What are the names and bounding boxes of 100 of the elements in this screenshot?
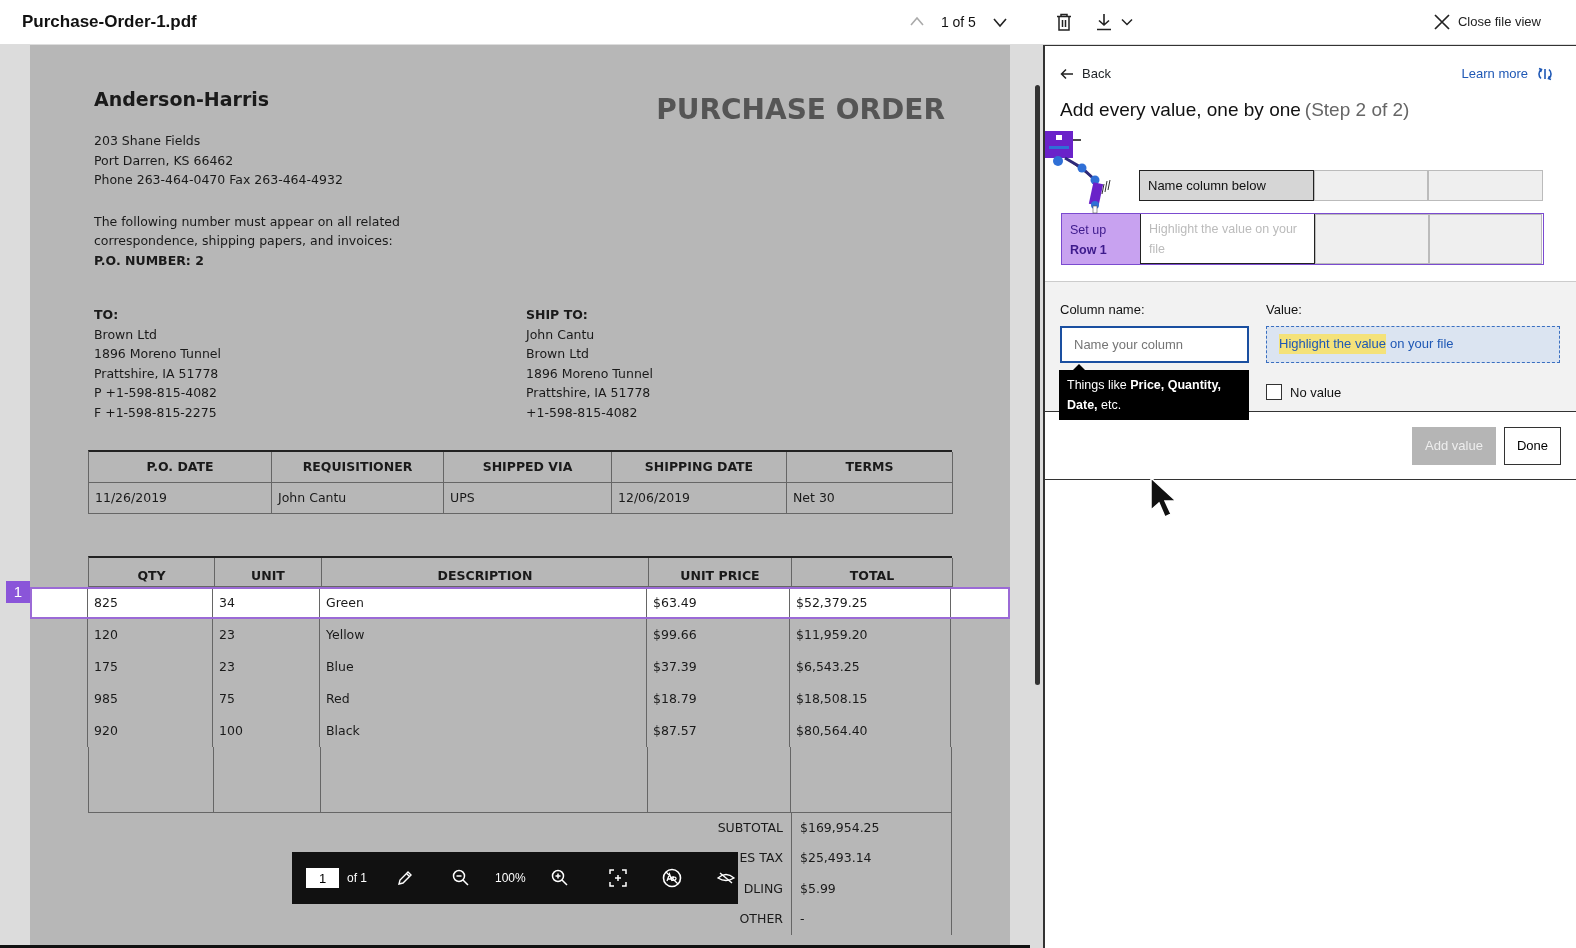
selected-row[interactable]: 825 34 Green $63.49 $52,379.25 <box>30 587 1010 619</box>
table-cell: $18.79 <box>647 683 790 715</box>
document-title: PURCHASE ORDER <box>656 92 945 128</box>
zoom-in-button[interactable] <box>549 868 570 888</box>
table-cell: 34 <box>213 587 320 619</box>
address-line: 1896 Moreno Tunnel <box>94 345 222 363</box>
column-header: TERMS <box>787 452 953 483</box>
address-line: F +1-598-815-2275 <box>94 403 218 422</box>
column-name-field[interactable]: Name your column <box>1060 325 1249 363</box>
table-row[interactable]: 920 100 Black $87.57 $80,564.40 <box>30 715 1010 747</box>
zoom-level: 100% <box>495 870 526 887</box>
table-cell: 12/06/2019 <box>612 483 787 514</box>
table-cell: $18,508.15 <box>790 683 951 715</box>
table-cell: 23 <box>213 651 320 683</box>
trash-icon <box>1055 13 1072 31</box>
table-cell: UPS <box>444 483 612 514</box>
table-cell: $99.66 <box>647 619 790 651</box>
panel-heading: Add every value, one by one <box>1060 97 1301 122</box>
total-label: SUBTOTAL <box>717 818 783 837</box>
table-cell: Red <box>320 683 647 715</box>
page-counter: 1 of 5 <box>940 12 976 32</box>
total-value: $25,493.14 <box>791 843 952 874</box>
table-cell: $11,959.20 <box>790 619 951 651</box>
column-header: REQUISITIONER <box>272 452 444 483</box>
zoom-out-button[interactable] <box>451 868 471 888</box>
value-hint: Highlight the value on your file <box>1140 214 1315 264</box>
table-cell: $52,379.25 <box>790 587 951 619</box>
table-cell: $63.49 <box>647 587 790 619</box>
learn-more-link[interactable]: Learn more <box>1461 64 1554 84</box>
table-cell: Net 30 <box>787 483 953 514</box>
checkbox-label: No value <box>1290 383 1342 402</box>
table-row[interactable]: 120 23 Yellow $99.66 $11,959.20 <box>30 619 1010 651</box>
no-value-checkbox[interactable] <box>1266 384 1282 401</box>
scrollbar-thumb[interactable] <box>1035 85 1040 685</box>
column-header: SHIPPING DATE <box>612 452 787 483</box>
address-line: John Cantu <box>526 325 596 344</box>
zoom-in-icon <box>549 868 570 888</box>
step-indicator: (Step 2 of 2) <box>1304 97 1410 122</box>
address-line: +1-598-815-4082 <box>526 403 639 422</box>
page-number-field[interactable]: 1 <box>306 868 339 888</box>
address-line: P +1-598-815-4082 <box>94 384 218 402</box>
row-marker: 1 <box>6 581 30 603</box>
field-label: Column name: <box>1060 301 1146 319</box>
no-text-icon <box>661 868 682 888</box>
total-value: $169,954.25 <box>791 813 952 844</box>
notice-line: P.O. NUMBER: 2 <box>94 251 205 270</box>
table-cell: $87.57 <box>647 715 790 747</box>
page-total: of 1 <box>347 870 367 887</box>
address-line: Phone 263-464-0470 Fax 263-464-4932 <box>94 171 344 189</box>
row-label: Set up Row 1 <box>1062 214 1140 264</box>
close-icon <box>1433 14 1450 30</box>
total-value: $5.99 <box>791 874 952 905</box>
column-header: SHIPPED VIA <box>444 452 612 483</box>
table-cell: 23 <box>213 619 320 651</box>
address-line: Brown Ltd <box>526 345 590 363</box>
table-cell: 920 <box>87 715 213 747</box>
address-line: Prattshire, IA 51778 <box>94 364 220 383</box>
total-label: DLING <box>743 879 783 898</box>
back-link[interactable]: Back <box>1060 64 1111 84</box>
address-line: Prattshire, IA 51778 <box>526 384 652 402</box>
company-name: Anderson-Harris <box>94 87 270 112</box>
done-button[interactable]: Done <box>1504 427 1561 465</box>
close-file-view-button[interactable]: Close file view <box>1433 12 1541 32</box>
table-cell: 825 <box>87 587 213 619</box>
table-cell: 11/26/2019 <box>89 483 272 514</box>
total-label: OTHER <box>739 910 783 929</box>
address-heading: SHIP TO: <box>526 306 589 324</box>
table-cell: Green <box>320 587 647 619</box>
download-button[interactable] <box>1095 13 1134 31</box>
table-cell: 100 <box>213 715 320 747</box>
fit-to-screen-button[interactable] <box>607 868 628 888</box>
zoom-out-icon <box>451 868 471 888</box>
fit-to-screen-icon <box>607 868 628 888</box>
address-line: 1896 Moreno Tunnel <box>526 364 653 383</box>
refresh-icon <box>1536 65 1554 82</box>
total-value: - <box>791 904 952 935</box>
address-line: Brown Ltd <box>94 325 158 344</box>
no-text-button[interactable] <box>661 868 682 888</box>
table-cell: Blue <box>320 651 647 683</box>
table-cell: $80,564.40 <box>790 715 951 747</box>
tooltip: Things like Price, Quantity, Date, etc. <box>1059 370 1249 420</box>
download-icon <box>1095 13 1112 31</box>
table-cell: John Cantu <box>272 483 444 514</box>
table-row[interactable]: 175 23 Blue $37.39 $6,543.25 <box>30 651 1010 683</box>
table-cell: 75 <box>213 683 320 715</box>
total-label: ES TAX <box>739 849 783 868</box>
column-header: P.O. DATE <box>89 452 272 483</box>
delete-button[interactable] <box>1055 13 1072 31</box>
table-row[interactable]: 985 75 Red $18.79 $18,508.15 <box>30 683 1010 715</box>
address-line: Port Darren, KS 66462 <box>94 151 235 170</box>
table-cell: 985 <box>87 683 213 715</box>
table-cell: 120 <box>87 619 213 651</box>
table-cell: Yellow <box>320 619 647 651</box>
table-cell: Black <box>320 715 647 747</box>
column-header: Name column below <box>1139 170 1314 201</box>
value-field[interactable]: Highlight the value on your file <box>1266 325 1560 363</box>
field-label: Value: <box>1266 301 1303 319</box>
notice-line: The following number must appear on all related <box>94 212 401 231</box>
address-line: 203 Shane Fields <box>94 132 202 150</box>
table-cell: 175 <box>87 651 213 683</box>
